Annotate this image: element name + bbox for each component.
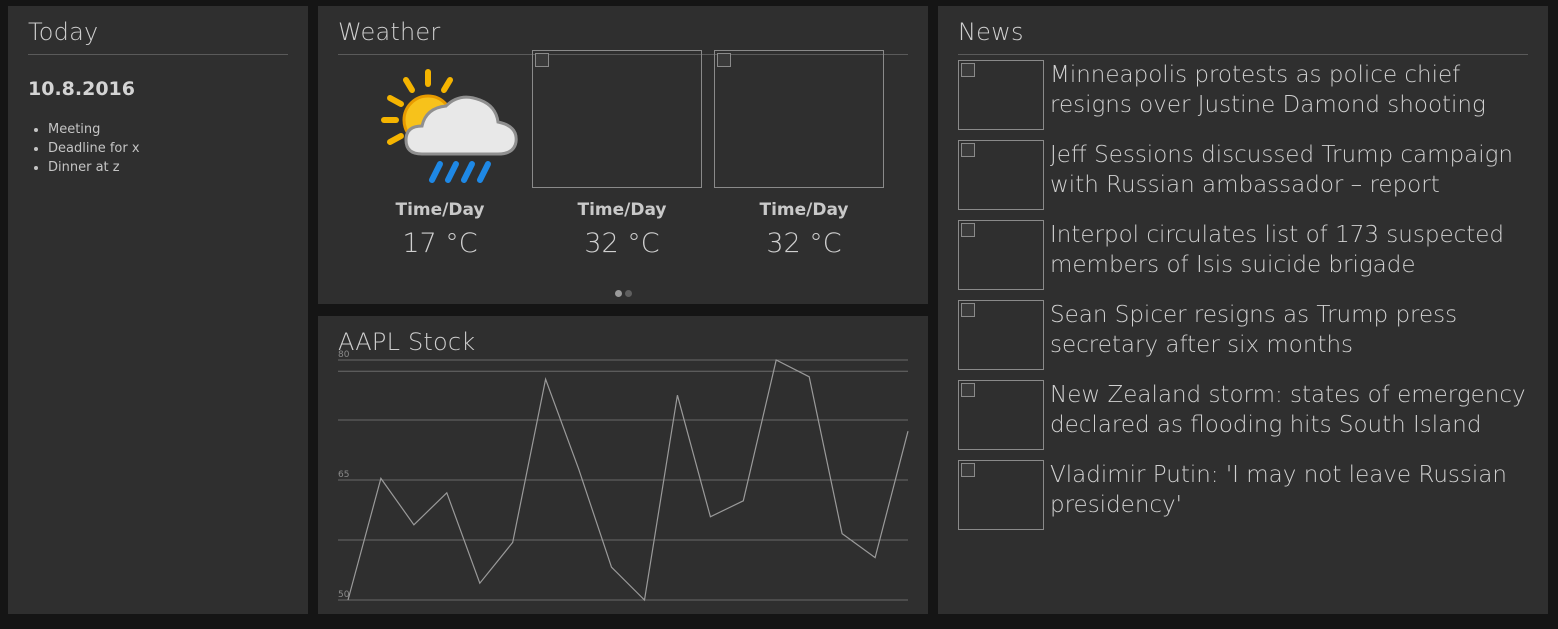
news-headline[interactable]: Jeff Sessions discussed Trump campaign w… xyxy=(1050,140,1530,200)
news-thumbnail[interactable] xyxy=(958,60,1044,130)
y-tick-label: 65 xyxy=(338,470,349,480)
news-item[interactable]: Jeff Sessions discussed Trump campaign w… xyxy=(958,140,1538,210)
news-thumbnail[interactable] xyxy=(958,380,1044,450)
forecast-time-label: Time/Day xyxy=(577,200,667,220)
news-item[interactable]: New Zealand storm: states of emergency d… xyxy=(958,380,1538,450)
news-headline[interactable]: New Zealand storm: states of emergency d… xyxy=(1050,380,1530,440)
today-divider xyxy=(28,54,288,55)
broken-image-icon xyxy=(961,63,975,77)
today-date: 10.8.2016 xyxy=(28,78,135,100)
forecast-time-label: Time/Day xyxy=(395,200,485,220)
news-headline[interactable]: Vladimir Putin: 'I may not leave Russian… xyxy=(1050,460,1530,520)
broken-image-icon xyxy=(535,53,549,67)
news-item[interactable]: Interpol circulates list of 173 suspecte… xyxy=(958,220,1538,290)
news-thumbnail[interactable] xyxy=(958,220,1044,290)
news-headline[interactable]: Interpol circulates list of 173 suspecte… xyxy=(1050,220,1530,280)
pager-dot[interactable] xyxy=(625,290,632,297)
broken-image-icon xyxy=(961,223,975,237)
today-title: Today xyxy=(28,18,99,46)
broken-image-icon xyxy=(961,303,975,317)
stock-line-chart: 806550 xyxy=(338,350,909,602)
news-thumbnail[interactable] xyxy=(958,460,1044,530)
stock-panel: AAPL Stock 80 65 50 xyxy=(318,316,928,614)
news-item[interactable]: Vladimir Putin: 'I may not leave Russian… xyxy=(958,460,1538,530)
broken-image-icon xyxy=(961,383,975,397)
forecast-temperature: 17 °C xyxy=(402,228,478,259)
news-item[interactable]: Minneapolis protests as police chief res… xyxy=(958,60,1538,130)
news-headline[interactable]: Minneapolis protests as police chief res… xyxy=(1050,60,1530,120)
carousel-pager xyxy=(615,282,635,301)
news-thumbnail[interactable] xyxy=(958,300,1044,370)
forecast-time-label: Time/Day xyxy=(759,200,849,220)
news-divider xyxy=(958,54,1528,55)
forecast-image xyxy=(532,50,702,188)
weather-panel: Weather Time/Day 17 °C Time/Day 32 °C Ti… xyxy=(318,6,928,304)
forecast-temperature: 32 °C xyxy=(766,228,842,259)
today-list: Meeting Deadline for x Dinner at z xyxy=(48,120,140,177)
news-thumbnail[interactable] xyxy=(958,140,1044,210)
forecast-temperature: 32 °C xyxy=(584,228,660,259)
today-item: Meeting xyxy=(48,120,140,139)
today-item: Dinner at z xyxy=(48,158,140,177)
broken-image-icon xyxy=(717,53,731,67)
today-item: Deadline for x xyxy=(48,139,140,158)
y-tick-label: 80 xyxy=(338,350,350,360)
broken-image-icon xyxy=(961,143,975,157)
news-item[interactable]: Sean Spicer resigns as Trump press secre… xyxy=(958,300,1538,370)
pager-dot-active[interactable] xyxy=(615,290,622,297)
news-headline[interactable]: Sean Spicer resigns as Trump press secre… xyxy=(1050,300,1530,360)
forecast-image xyxy=(714,50,884,188)
news-panel: News Minneapolis protests as police chie… xyxy=(938,6,1548,614)
today-panel: Today 10.8.2016 Meeting Deadline for x D… xyxy=(8,6,308,614)
partly-cloudy-rain-icon xyxy=(381,69,518,183)
weather-title: Weather xyxy=(338,18,441,46)
broken-image-icon xyxy=(961,463,975,477)
news-title: News xyxy=(958,18,1024,46)
